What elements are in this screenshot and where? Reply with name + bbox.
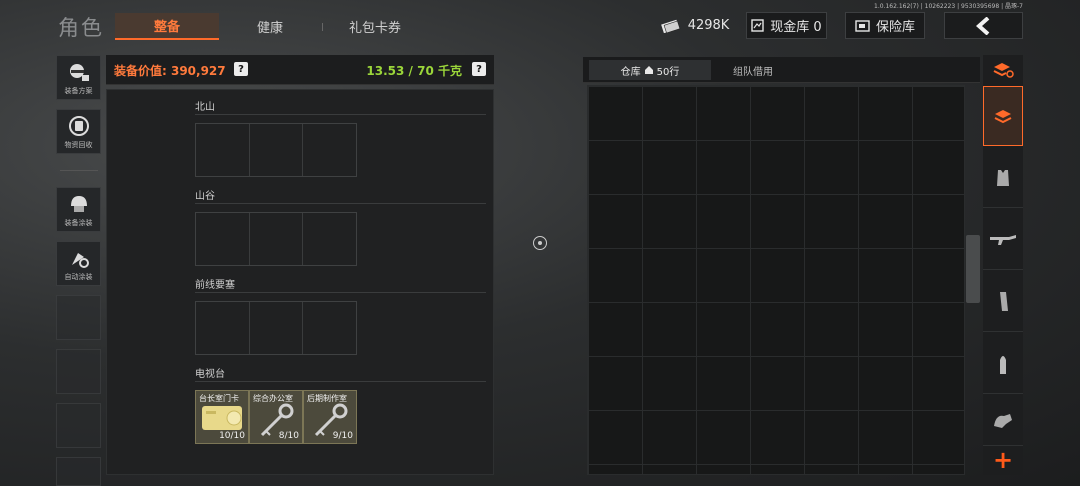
- item-name: 综合办公室: [253, 394, 293, 403]
- item-durability: 8/10: [278, 431, 299, 441]
- back-button[interactable]: [944, 12, 1023, 39]
- section-divider: [195, 292, 486, 293]
- section-divider: [195, 381, 486, 382]
- cash-icon: [660, 19, 680, 33]
- item-key[interactable]: 综合办公室 8/10: [249, 390, 303, 444]
- item-durability: 10/10: [219, 431, 245, 441]
- section-divider: [195, 114, 486, 115]
- sidebar-item-label: 自动涂装: [64, 273, 93, 281]
- empty-slot: [56, 457, 101, 486]
- tab-divider: [322, 23, 323, 31]
- loadout-plan-icon: [69, 64, 89, 81]
- weight-display: 13.53 / 70 千克: [366, 64, 462, 78]
- key-slot-grid[interactable]: [195, 301, 357, 355]
- safe-icon: [855, 19, 870, 32]
- item-name: 后期制作室: [307, 394, 347, 403]
- value-help-button[interactable]: ?: [234, 62, 248, 76]
- recycle-icon: [68, 116, 89, 136]
- item-key[interactable]: 后期制作室 9/10: [303, 390, 357, 444]
- sidebar-item-equipment-paint[interactable]: 装备涂装: [56, 187, 101, 232]
- empty-slot: [56, 349, 101, 394]
- sidebar-divider: [60, 170, 98, 171]
- money-amount: 4298K: [687, 18, 730, 33]
- loadout-header: 装备价值: 390,927 ? 13.53 / 70 千克 ?: [106, 55, 494, 85]
- cash-vault-label: 现金库 0: [770, 20, 822, 35]
- safe-box-label: 保险库: [875, 20, 915, 35]
- sidebar-item-label: 物资回收: [64, 141, 93, 149]
- tab-team-borrow[interactable]: 组队借用: [711, 60, 795, 80]
- money-display[interactable]: 4298K: [658, 12, 731, 39]
- rifle-icon: [990, 234, 1016, 245]
- filter-ammo[interactable]: [983, 334, 1023, 394]
- empty-slot: [56, 403, 101, 448]
- vault-icon: [751, 19, 764, 32]
- weight-help-button[interactable]: ?: [472, 62, 486, 76]
- sidebar-item-auto-paint[interactable]: 自动涂装: [56, 241, 101, 286]
- all-items-icon: [994, 110, 1012, 124]
- sidebar-item-loadout-plan[interactable]: 装备方案: [56, 55, 101, 100]
- tab-warehouse[interactable]: 仓库 50行: [589, 60, 711, 80]
- safe-box-button[interactable]: 保险库: [845, 12, 925, 39]
- key-slot-grid[interactable]: [195, 123, 357, 177]
- stack-refresh-icon: [993, 63, 1014, 78]
- keycard-icon: [202, 406, 242, 430]
- filter-armor[interactable]: [983, 148, 1023, 208]
- armor-icon: [997, 169, 1009, 186]
- filter-magazines[interactable]: [983, 272, 1023, 332]
- tv-station-keys: 台长室门卡 10/10 综合办公室 8/10 后期制作室 9/10: [195, 390, 357, 444]
- sidebar-item-label: 装备方案: [64, 87, 93, 95]
- sidebar-item-label: 装备涂装: [64, 219, 93, 227]
- magazine-icon: [1000, 291, 1008, 311]
- auto-paint-icon: [71, 253, 89, 268]
- section-title: 山谷: [195, 191, 215, 202]
- warehouse-grid[interactable]: [587, 85, 965, 475]
- warehouse-rows: 50行: [656, 66, 680, 78]
- home-icon: [644, 66, 653, 74]
- ammo-icon: [1000, 355, 1006, 374]
- tab-health[interactable]: 健康: [230, 13, 310, 40]
- item-name: 台长室门卡: [199, 394, 239, 403]
- filter-all[interactable]: [983, 86, 1023, 146]
- warehouse-scrollbar[interactable]: [966, 235, 980, 303]
- section-title: 前线要塞: [195, 280, 235, 291]
- tab-warehouse-label: 仓库: [620, 66, 641, 78]
- add-filter-button[interactable]: +: [990, 446, 1016, 474]
- sort-button[interactable]: [983, 55, 1023, 85]
- sidebar-item-recycle[interactable]: 物资回收: [56, 109, 101, 154]
- chevron-left-icon: [975, 16, 989, 35]
- item-durability: 9/10: [332, 431, 353, 441]
- section-divider: [195, 203, 486, 204]
- helmet-paint-icon: [70, 196, 87, 212]
- version-text: 1.0.162.162(7) | 10262223 | 9530395698 |…: [874, 3, 1023, 10]
- warehouse-tabs: 仓库 50行 组队借用: [583, 57, 980, 83]
- equipment-value: 装备价值: 390,927: [114, 64, 226, 78]
- cash-vault-button[interactable]: 现金库 0: [746, 12, 827, 39]
- misc-icon: [994, 413, 1012, 428]
- section-title: 北山: [195, 102, 215, 113]
- key-slot-grid[interactable]: [195, 212, 357, 266]
- section-title: 电视台: [195, 369, 225, 380]
- filter-weapons[interactable]: [983, 210, 1023, 270]
- item-keycard[interactable]: 台长室门卡 10/10: [195, 390, 249, 444]
- page-title: 角色: [58, 16, 104, 40]
- empty-slot: [56, 295, 101, 340]
- filter-misc[interactable]: [983, 396, 1023, 446]
- tab-loadout[interactable]: 整备: [115, 13, 219, 40]
- crosshair-icon: [533, 236, 547, 250]
- tab-gift-vouchers[interactable]: 礼包卡券: [330, 13, 420, 40]
